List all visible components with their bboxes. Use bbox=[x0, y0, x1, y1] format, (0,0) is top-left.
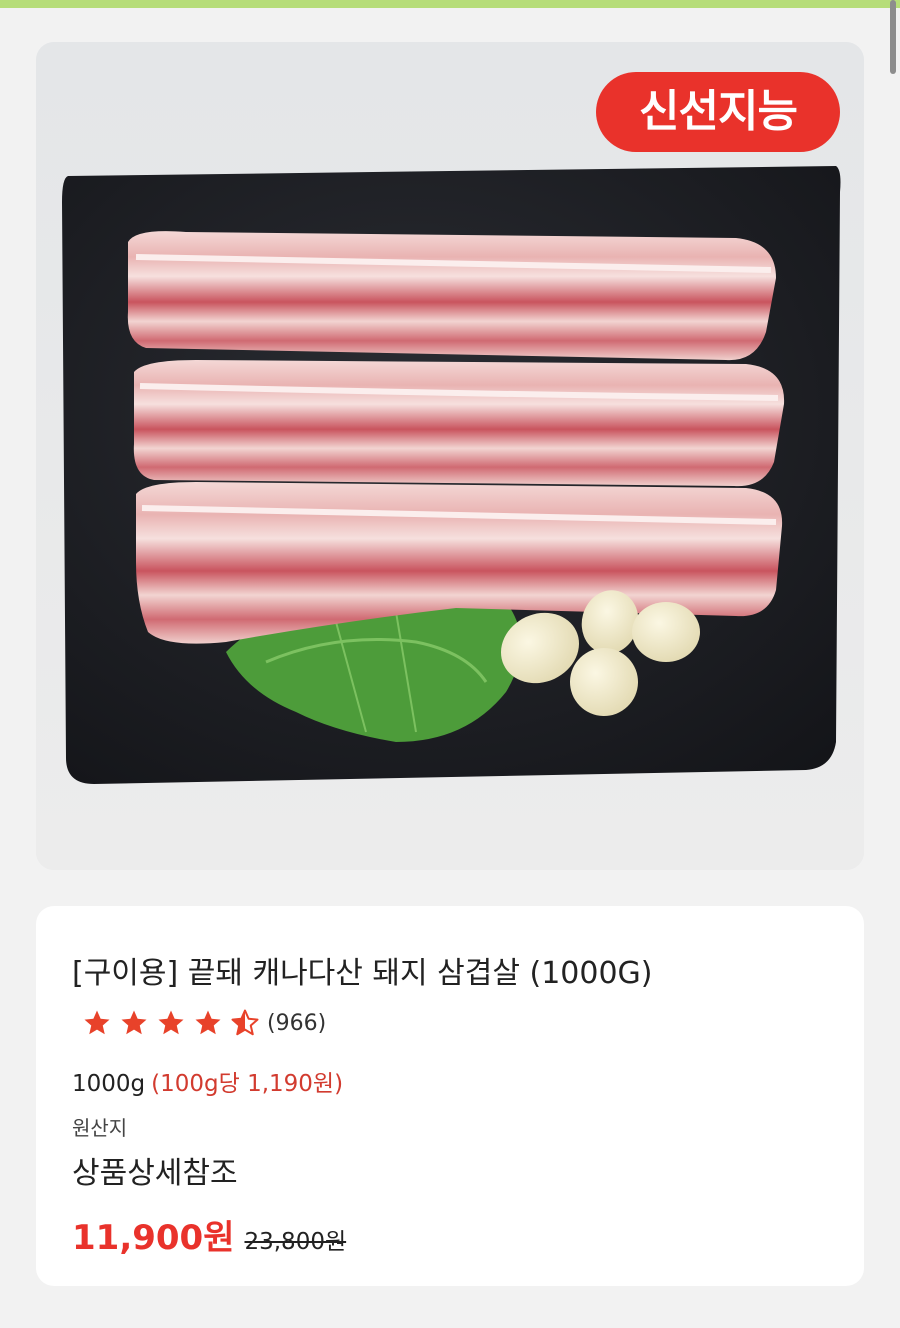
star-rating bbox=[82, 1008, 267, 1038]
original-price: 23,800원 bbox=[244, 1229, 347, 1255]
review-count[interactable]: (966) bbox=[267, 1011, 326, 1036]
product-page: 신선지능 [구이용] 끝돼 캐나다산 돼지 삼겹살 (1000G) (966) … bbox=[0, 0, 900, 1328]
product-info-card[interactable]: [구이용] 끝돼 캐나다산 돼지 삼겹살 (1000G) (966) 1000g… bbox=[36, 906, 864, 1286]
scrollbar[interactable] bbox=[890, 0, 896, 74]
star-half-icon bbox=[231, 1009, 259, 1036]
origin-value: 상품상세참조 bbox=[72, 1156, 238, 1191]
product-image-card[interactable]: 신선지능 bbox=[36, 42, 864, 870]
weight-row: 1000g (100g당 1,190원) bbox=[72, 1064, 343, 1098]
fresh-ai-badge: 신선지능 bbox=[596, 72, 840, 152]
product-weight: 1000g bbox=[72, 1071, 146, 1097]
origin-label: 원산지 bbox=[72, 1116, 128, 1140]
star-full-icon bbox=[195, 1010, 221, 1035]
top-accent-bar bbox=[0, 0, 900, 8]
product-photo bbox=[36, 42, 864, 870]
star-full-icon bbox=[158, 1010, 184, 1035]
product-title[interactable]: [구이용] 끝돼 캐나다산 돼지 삼겹살 (1000G) bbox=[72, 948, 653, 992]
star-full-icon bbox=[84, 1010, 110, 1035]
unit-price: (100g당 1,190원) bbox=[151, 1071, 344, 1097]
rating-row[interactable]: (966) bbox=[82, 1008, 326, 1038]
sale-price: 11,900원 bbox=[72, 1218, 235, 1258]
price-row: 11,900원 23,800원 bbox=[72, 1210, 346, 1259]
star-full-icon bbox=[121, 1010, 147, 1035]
